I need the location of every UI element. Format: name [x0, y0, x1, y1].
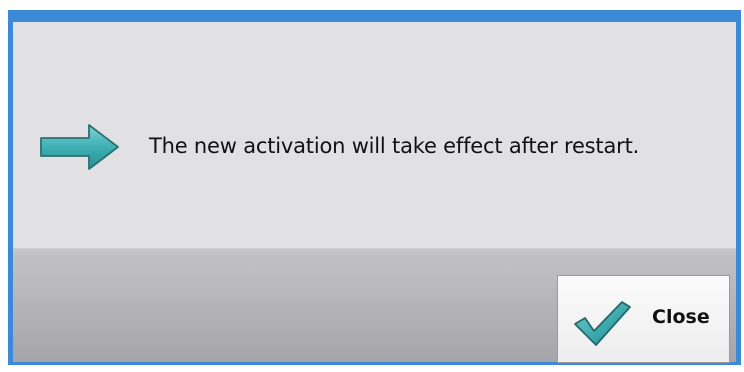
dialog-client-area: The new activation will take effect afte… — [13, 22, 736, 363]
close-button[interactable]: Close — [557, 275, 730, 363]
activation-dialog: The new activation will take effect afte… — [8, 10, 741, 365]
screen-bottom-edge — [0, 365, 744, 372]
message-text: The new activation will take effect afte… — [149, 134, 640, 158]
screen-top-edge — [0, 0, 744, 10]
checkmark-icon — [574, 301, 631, 346]
close-button-label: Close — [652, 306, 710, 328]
button-bar: Close — [13, 248, 736, 363]
right-arrow-icon — [40, 124, 119, 170]
message-panel: The new activation will take effect afte… — [13, 22, 736, 248]
